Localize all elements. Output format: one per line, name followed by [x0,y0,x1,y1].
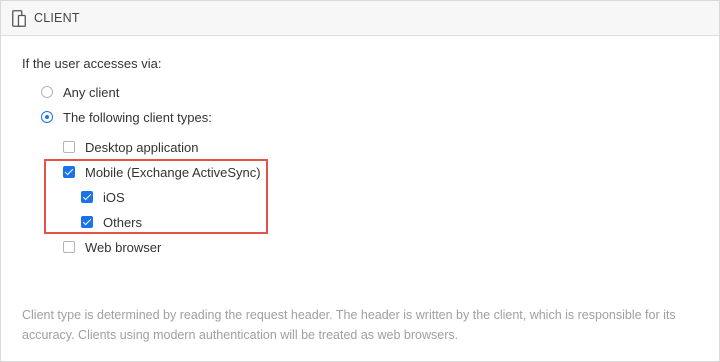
highlight-box [44,159,268,234]
checkbox-web-browser[interactable]: Web browser [63,238,161,256]
checkbox[interactable] [63,141,75,153]
access-question: If the user accesses via: [22,56,162,71]
checkbox[interactable] [63,241,75,253]
checkbox-desktop-application[interactable]: Desktop application [63,138,198,156]
checkbox-label: Web browser [85,239,162,255]
panel-header: CLIENT [1,1,719,36]
checkbox-label: Desktop application [85,139,199,155]
radio-button[interactable] [41,111,53,123]
help-note: Client type is determined by reading the… [22,308,676,342]
radio-label: The following client types: [63,109,212,125]
client-panel: CLIENT If the user accesses via: Any cli… [0,0,720,362]
radio-any-client[interactable]: Any client [41,83,119,101]
radio-button[interactable] [41,86,53,98]
panel-title: CLIENT [34,11,80,25]
radio-following-client-types[interactable]: The following client types: [41,108,212,126]
radio-label: Any client [63,84,120,100]
device-icon [12,10,26,27]
